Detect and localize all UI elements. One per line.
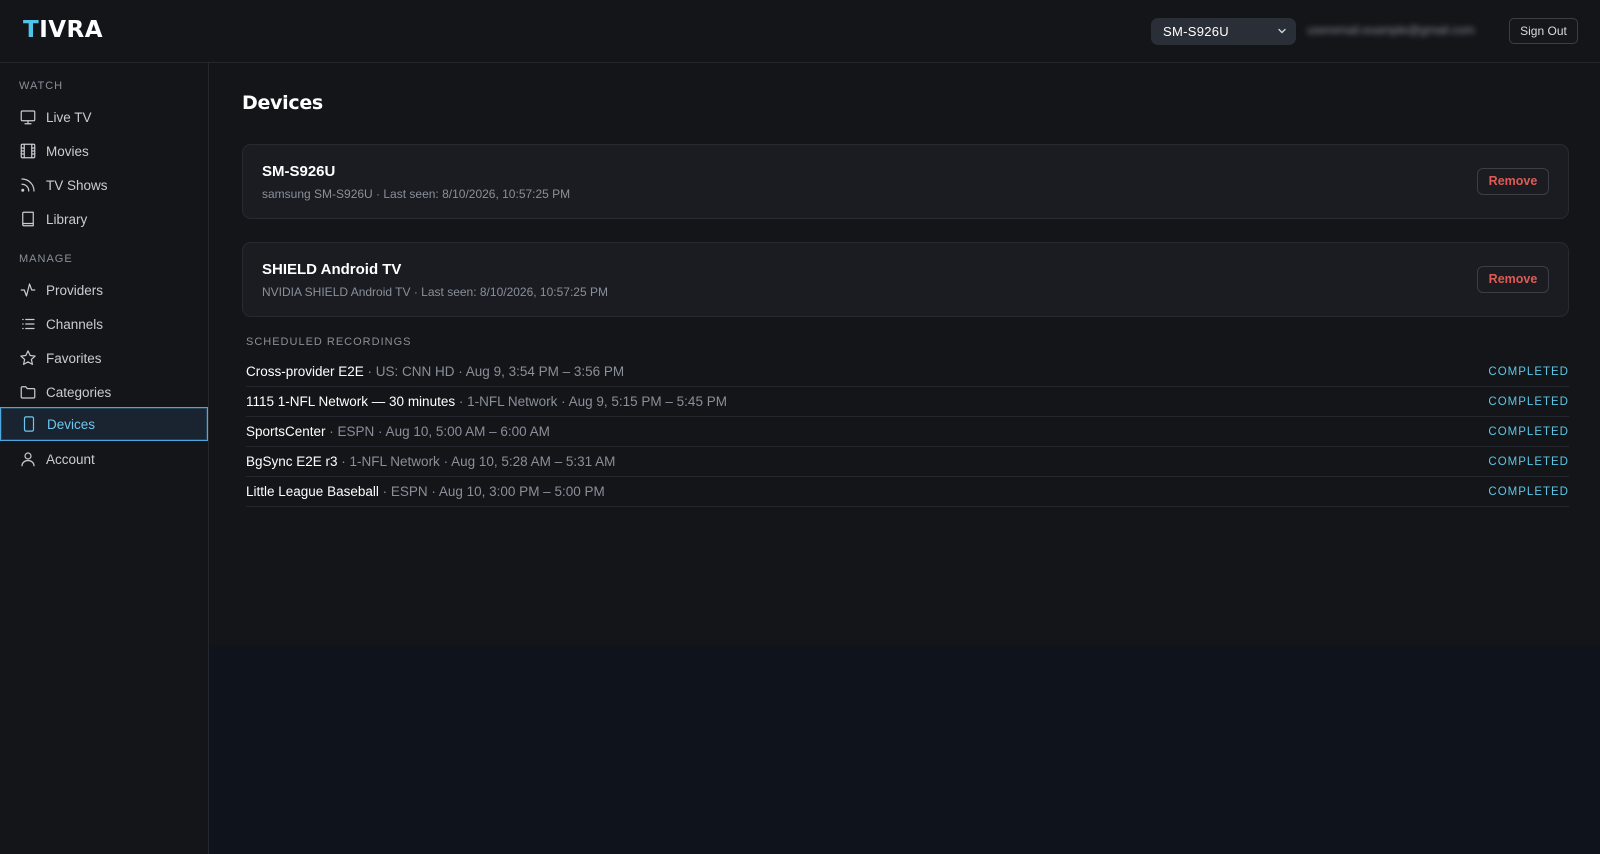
sidebar-item-library[interactable]: Library: [0, 202, 208, 236]
sign-out-button[interactable]: Sign Out: [1509, 18, 1578, 44]
recording-status: COMPLETED: [1488, 426, 1569, 438]
remove-device-button[interactable]: Remove: [1477, 266, 1549, 293]
sidebar-item-label: Favorites: [46, 350, 102, 366]
list-icon: [22, 318, 35, 330]
recording-row[interactable]: SportsCenter · ESPN · Aug 10, 5:00 AM – …: [246, 417, 1569, 447]
chevron-down-icon: [1278, 28, 1286, 34]
recording-meta: · 1-NFL Network · Aug 10, 5:28 AM – 5:31…: [337, 454, 616, 469]
recording-row[interactable]: 1115 1-NFL Network — 30 minutes · 1-NFL …: [246, 387, 1569, 417]
tv-icon: [20, 110, 36, 125]
device-meta: NVIDIA SHIELD Android TV · Last seen: 8/…: [262, 285, 608, 299]
recording-title: Cross-provider E2E: [246, 364, 364, 379]
star-icon: [20, 350, 36, 365]
activity-icon: [20, 283, 36, 297]
sidebar-item-label: Providers: [46, 282, 104, 298]
film-icon: [20, 143, 36, 159]
book-icon: [22, 211, 34, 227]
recording-meta: · US: CNN HD · Aug 9, 3:54 PM – 3:56 PM: [363, 364, 625, 379]
recording-row[interactable]: BgSync E2E r3 · 1-NFL Network · Aug 10, …: [246, 447, 1569, 477]
recording-title: Little League Baseball: [246, 484, 379, 499]
sidebar-item-label: Account: [46, 451, 95, 467]
recording-meta: · 1-NFL Network · Aug 9, 5:15 PM – 5:45 …: [455, 394, 727, 409]
sidebar-item-providers[interactable]: Providers: [0, 273, 208, 307]
recording-title: 1115 1-NFL Network — 30 minutes: [246, 394, 456, 409]
sidebar-item-tv-shows[interactable]: TV Shows: [0, 168, 208, 202]
recording-row[interactable]: Little League Baseball · ESPN · Aug 10, …: [246, 477, 1569, 507]
section-label-manage: MANAGE: [19, 253, 73, 265]
sidebar-item-label: TV Shows: [46, 177, 108, 193]
sidebar-item-movies[interactable]: Movies: [0, 134, 208, 168]
page-title: Devices: [242, 92, 323, 114]
user-icon: [21, 452, 35, 467]
sidebar-item-channels[interactable]: Channels: [0, 307, 208, 341]
recording-status: COMPLETED: [1488, 366, 1569, 378]
sidebar-item-label: Live TV: [46, 109, 92, 125]
recording-title: BgSync E2E r3: [246, 454, 338, 469]
recording-status: COMPLETED: [1488, 456, 1569, 468]
device-card: SM-S926U samsung SM-S926U · Last seen: 8…: [242, 144, 1569, 219]
sidebar-item-categories[interactable]: Categories: [0, 375, 208, 409]
user-email: useremail.example@gmail.com: [1307, 23, 1475, 37]
section-label-watch: WATCH: [19, 80, 64, 92]
device-card: SHIELD Android TV NVIDIA SHIELD Android …: [242, 242, 1569, 317]
folder-icon: [20, 386, 36, 399]
recording-status: COMPLETED: [1488, 486, 1569, 498]
device-name: SHIELD Android TV: [262, 261, 402, 278]
sidebar-item-label: Devices: [47, 416, 96, 432]
sidebar-item-favorites[interactable]: Favorites: [0, 341, 208, 375]
remove-device-button[interactable]: Remove: [1477, 168, 1549, 195]
sidebar-item-label: Channels: [46, 316, 104, 332]
sidebar-item-label: Movies: [46, 143, 89, 159]
sidebar-item-devices[interactable]: Devices: [0, 407, 208, 441]
scheduled-recordings-heading: SCHEDULED RECORDINGS: [246, 336, 412, 348]
device-select[interactable]: SM-S926U: [1151, 18, 1296, 45]
recording-meta: · ESPN · Aug 10, 3:00 PM – 5:00 PM: [378, 484, 605, 499]
main-content: Devices SM-S926U samsung SM-S926U · Last…: [210, 63, 1600, 647]
device-select-value: SM-S926U: [1163, 24, 1229, 39]
recording-title: SportsCenter: [246, 424, 326, 439]
app-logo[interactable]: TIVRA: [23, 17, 103, 43]
smartphone-icon: [23, 416, 35, 432]
recording-status: COMPLETED: [1488, 396, 1569, 408]
rss-icon: [21, 178, 35, 192]
sidebar: WATCH Live TV Movies TV Shows Library MA…: [0, 63, 209, 854]
recording-meta: · ESPN · Aug 10, 5:00 AM – 6:00 AM: [325, 424, 550, 439]
sidebar-item-account[interactable]: Account: [0, 442, 208, 476]
sidebar-item-label: Categories: [46, 384, 112, 400]
device-meta: samsung SM-S926U · Last seen: 8/10/2026,…: [262, 187, 571, 201]
top-bar: TIVRA SM-S926U useremail.example@gmail.c…: [0, 0, 1600, 63]
recording-row[interactable]: Cross-provider E2E · US: CNN HD · Aug 9,…: [246, 357, 1569, 387]
device-name: SM-S926U: [262, 163, 336, 180]
sidebar-item-label: Library: [46, 211, 88, 227]
sidebar-item-live-tv[interactable]: Live TV: [0, 100, 208, 134]
